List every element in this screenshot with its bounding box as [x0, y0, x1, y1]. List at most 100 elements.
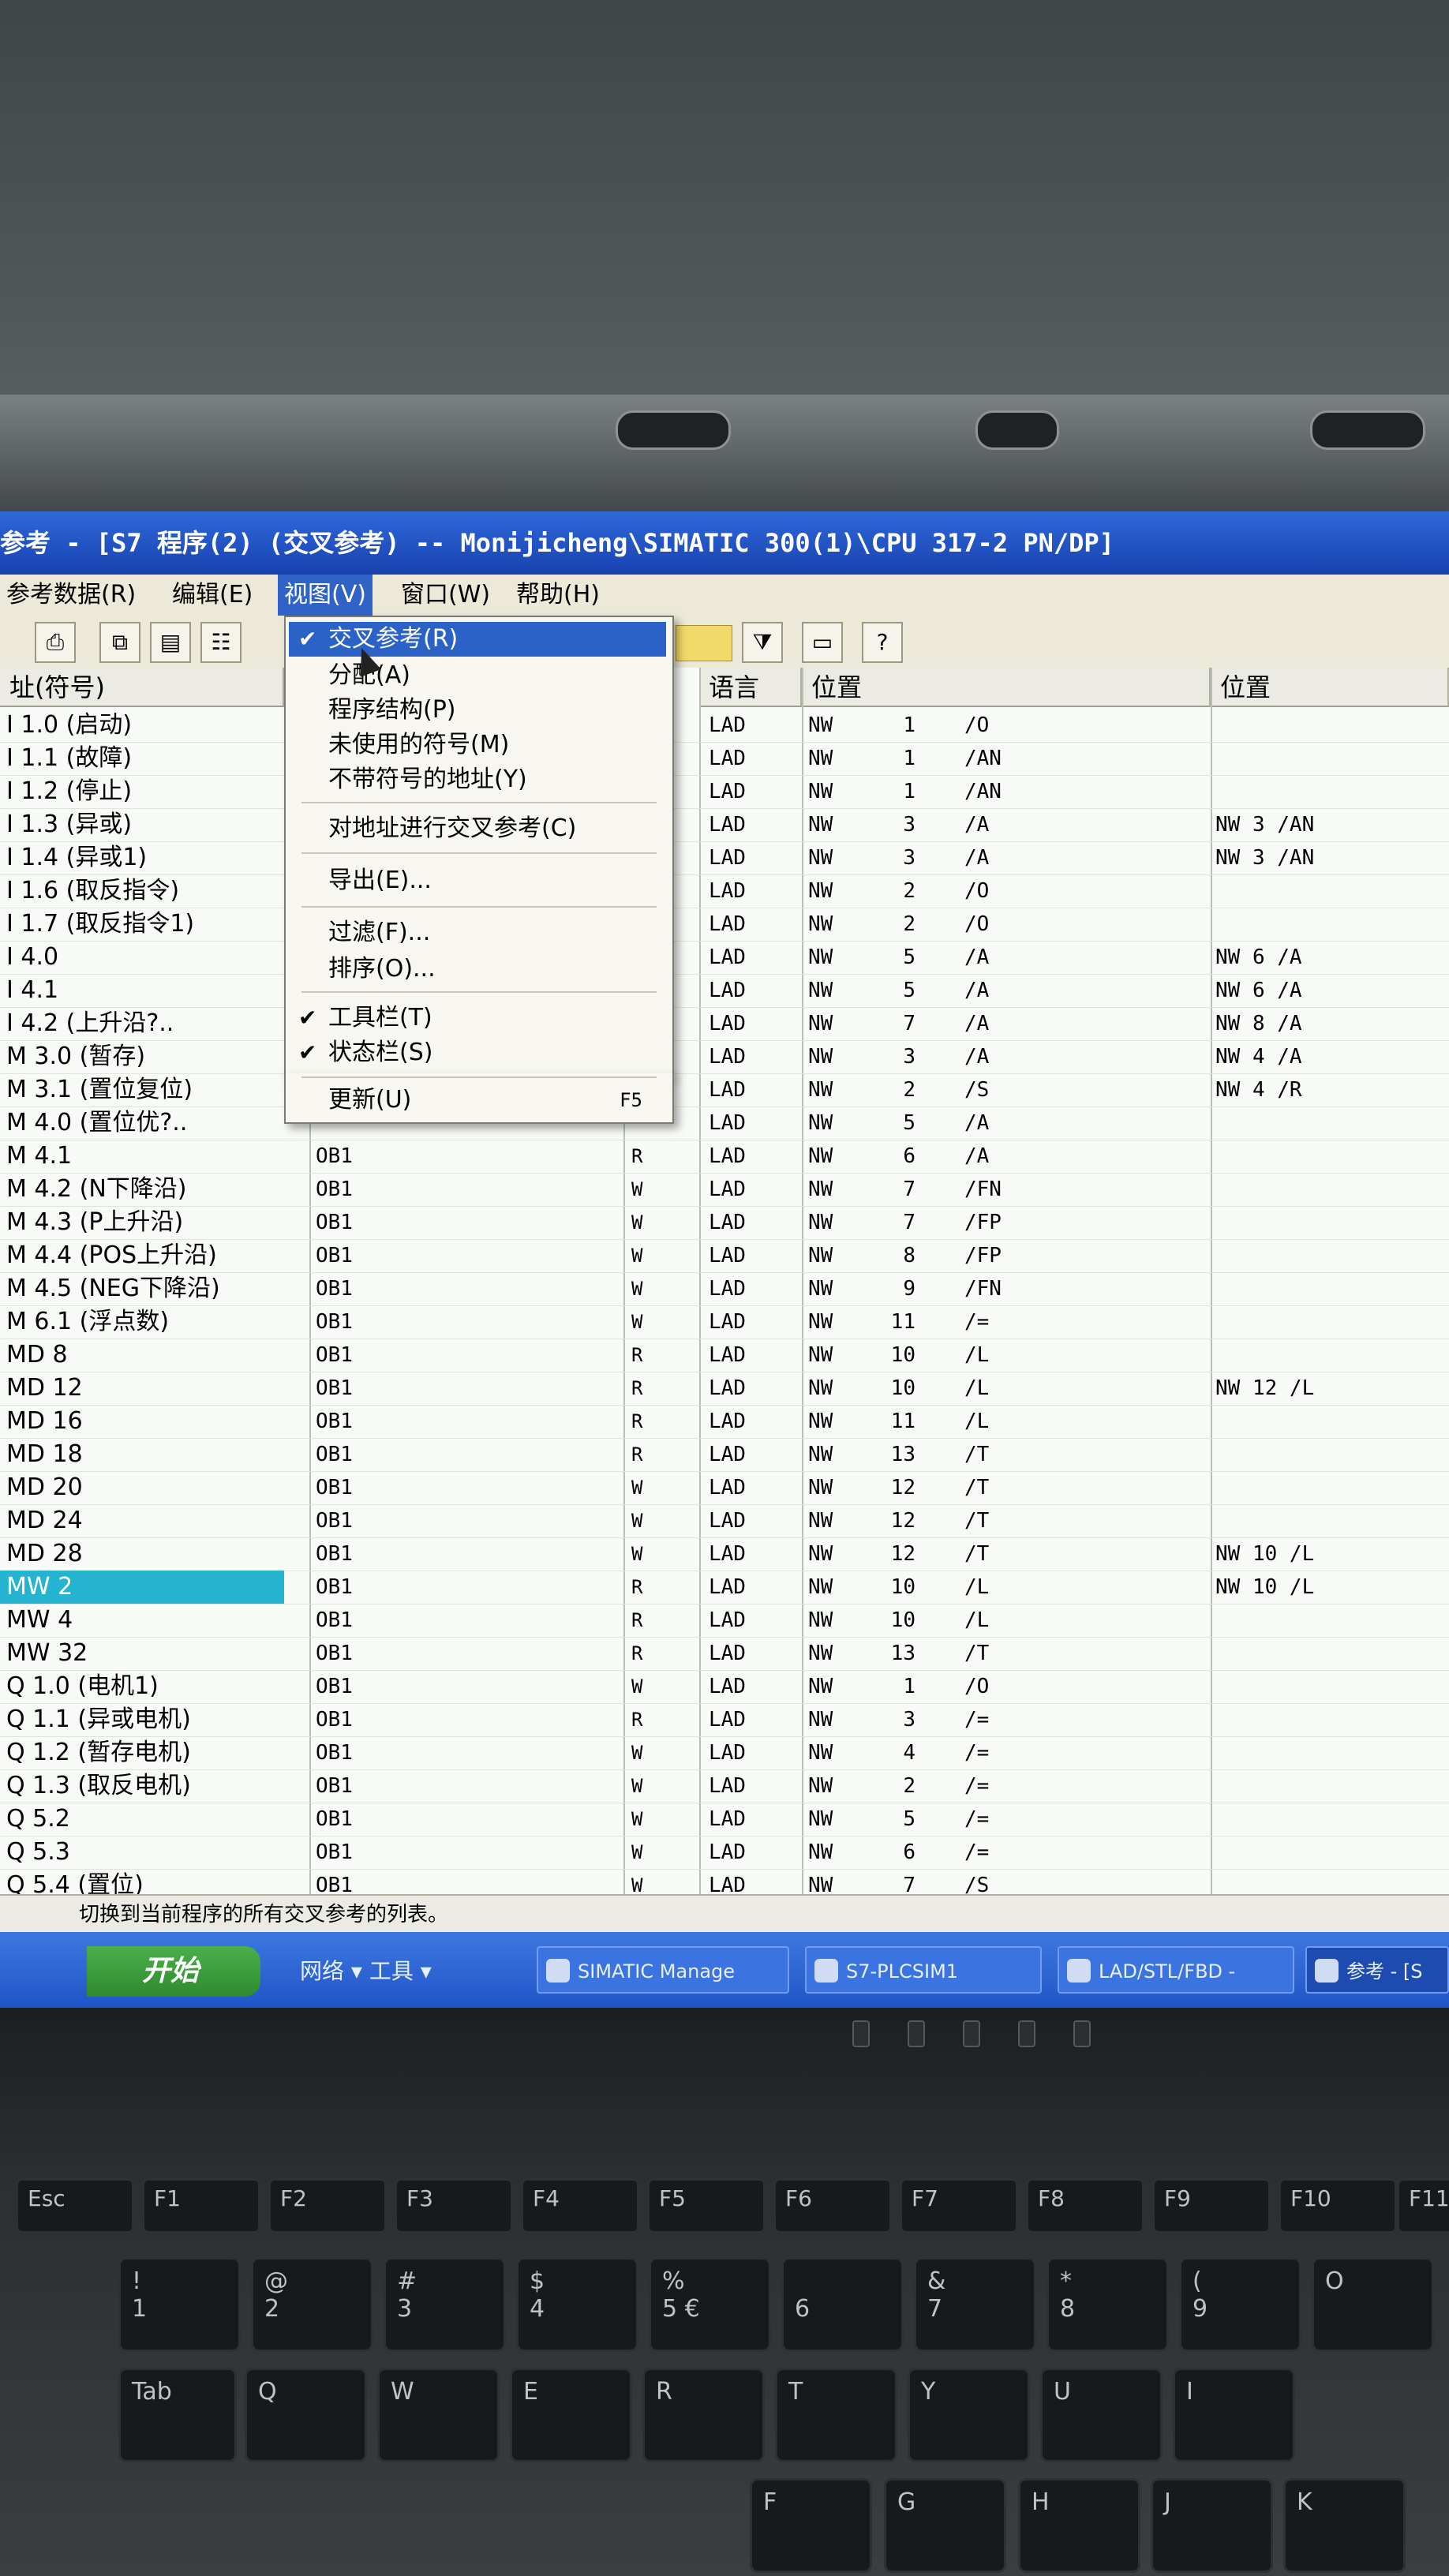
table-row[interactable]: I 1.1 (故障) LAD NW 1/AN	[0, 742, 1449, 776]
print-icon[interactable]: ⎙	[35, 622, 76, 663]
header-language[interactable]: 语言	[699, 668, 802, 707]
key[interactable]: J	[1151, 2478, 1273, 2573]
key[interactable]: W	[377, 2368, 500, 2462]
menu-item-sort[interactable]: 排序(O)...	[289, 952, 666, 987]
key[interactable]: ! 1	[118, 2257, 241, 2352]
table-row[interactable]: M 3.1 (置位复位) LAD NW 2/S NW 4 /R	[0, 1073, 1449, 1107]
menu-item-cross-reference[interactable]: ✔ 交叉参考(R)	[289, 622, 666, 657]
menu-item-unused-symbols[interactable]: 未使用的符号(M)	[289, 728, 666, 762]
key[interactable]: Q	[245, 2368, 367, 2462]
table-row[interactable]: MD 16 OB1 R LAD NW 11/L	[0, 1405, 1449, 1439]
key[interactable]: % 5 €	[649, 2257, 771, 2352]
taskbar-reference[interactable]: 参考 - [S	[1305, 1946, 1449, 1994]
key[interactable]: F	[750, 2478, 872, 2573]
table-row[interactable]: MD 28 OB1 W LAD NW 12/T NW 10 /L	[0, 1537, 1449, 1571]
key[interactable]: G	[884, 2478, 1006, 2573]
key[interactable]: E	[510, 2368, 632, 2462]
taskbar-simatic-manager[interactable]: SIMATIC Manage	[537, 1946, 789, 1994]
program-structure-icon[interactable]: ☷	[200, 622, 242, 663]
key[interactable]: F7	[900, 2178, 1018, 2233]
filter-field-icon[interactable]	[676, 625, 732, 661]
key[interactable]: F11	[1397, 2178, 1449, 2233]
table-row[interactable]: Q 1.0 (电机1) OB1 W LAD NW 1/O	[0, 1670, 1449, 1704]
table-row[interactable]: Q 1.1 (异或电机) OB1 R LAD NW 3 /=	[0, 1703, 1449, 1737]
taskbar-plcsim[interactable]: S7-PLCSIM1	[805, 1946, 1042, 1994]
menu-reference-data[interactable]: 参考数据(R)	[0, 575, 142, 616]
key[interactable]: # 3	[384, 2257, 506, 2352]
table-row[interactable]: I 1.7 (取反指令1) LAD NW 2/O	[0, 908, 1449, 942]
cross-reference-icon[interactable]: ⧉	[99, 622, 140, 663]
table-row[interactable]: Q 1.2 (暂存电机) OB1 W LAD NW 4 /=	[0, 1736, 1449, 1770]
header-location[interactable]: 位置	[802, 668, 1211, 707]
filter-icon[interactable]: ⧩	[742, 622, 783, 663]
menu-item-cross-ref-address[interactable]: 对地址进行交叉参考(C)	[289, 811, 666, 846]
table-row[interactable]: I 4.1 LAD NW 5/A NW 6 /A	[0, 974, 1449, 1008]
key[interactable]: Esc	[16, 2178, 134, 2233]
table-row[interactable]: M 4.1 OB1 R LAD NW 6/A	[0, 1140, 1449, 1174]
table-row[interactable]: MD 12 OB1 R LAD NW 10/L NW 12 /L	[0, 1372, 1449, 1406]
key[interactable]: $ 4	[516, 2257, 638, 2352]
key[interactable]: U	[1040, 2368, 1163, 2462]
menu-edit[interactable]: 编辑(E)	[166, 575, 259, 616]
key[interactable]: F6	[773, 2178, 892, 2233]
key[interactable]: Y	[908, 2368, 1030, 2462]
table-row[interactable]: MD 20 OB1 W LAD NW 12/T	[0, 1471, 1449, 1505]
menu-item-program-structure[interactable]: 程序结构(P)	[289, 693, 666, 728]
table-row[interactable]: MW 4 OB1 R LAD NW 10/L	[0, 1604, 1449, 1638]
key[interactable]: F8	[1026, 2178, 1144, 2233]
key[interactable]: ( 9	[1179, 2257, 1301, 2352]
menu-help[interactable]: 帮助(H)	[510, 575, 606, 616]
table-row[interactable]: M 4.0 (置位优?.. LAD NW 5/A	[0, 1106, 1449, 1140]
key[interactable]: @ 2	[251, 2257, 373, 2352]
key[interactable]: F10	[1279, 2178, 1397, 2233]
table-row[interactable]: MW 2 OB1 R LAD NW 10/L NW 10 /L	[0, 1571, 1449, 1604]
start-button[interactable]: 开始	[87, 1946, 260, 1997]
help-icon[interactable]: ?	[862, 622, 903, 663]
table-row[interactable]: M 4.3 (P上升沿) OB1 W LAD NW 7/FP	[0, 1206, 1449, 1240]
key[interactable]: I	[1173, 2368, 1295, 2462]
key[interactable]: F2	[268, 2178, 387, 2233]
table-row[interactable]: I 1.3 (异或) LAD NW 3/A NW 3 /AN	[0, 808, 1449, 842]
key[interactable]: 6	[781, 2257, 904, 2352]
key[interactable]: T	[775, 2368, 897, 2462]
table-row[interactable]: I 4.2 (上升沿?.. LAD NW 7/A NW 8 /A	[0, 1007, 1449, 1041]
table-row[interactable]: Q 5.2 OB1 W LAD NW 5 /=	[0, 1803, 1449, 1837]
key[interactable]: Tab	[118, 2368, 237, 2462]
menu-item-update[interactable]: 更新(U) F5	[289, 1083, 666, 1118]
table-row[interactable]: Q 5.3 OB1 W LAD NW 6 /=	[0, 1836, 1449, 1870]
key[interactable]: F5	[647, 2178, 766, 2233]
table-row[interactable]: Q 1.3 (取反电机) OB1 W LAD NW 2 /=	[0, 1769, 1449, 1803]
menu-item-export[interactable]: 导出(E)...	[289, 863, 666, 898]
table-row[interactable]: M 4.2 (N下降沿) OB1 W LAD NW 7/FN	[0, 1173, 1449, 1207]
table-row[interactable]: MD 24 OB1 W LAD NW 12/T	[0, 1504, 1449, 1538]
menu-view[interactable]: 视图(V)	[278, 575, 373, 616]
key[interactable]: H	[1018, 2478, 1140, 2573]
table-row[interactable]: I 1.6 (取反指令) LAD NW 2/O	[0, 874, 1449, 908]
table-row[interactable]: I 1.4 (异或1) LAD NW 3/A NW 3 /AN	[0, 841, 1449, 875]
menu-window[interactable]: 窗口(W)	[395, 575, 496, 616]
menu-item-addresses-without-symbols[interactable]: 不带符号的地址(Y)	[289, 762, 666, 797]
key[interactable]: O	[1312, 2257, 1434, 2352]
window-icon[interactable]: ▭	[802, 622, 843, 663]
table-row[interactable]: MW 32 OB1 R LAD NW 13/T	[0, 1637, 1449, 1671]
quicklaunch[interactable]: 网络 ▾ 工具 ▾	[300, 1953, 432, 1990]
key[interactable]: F9	[1152, 2178, 1271, 2233]
table-row[interactable]: I 4.0 LAD NW 5/A NW 6 /A	[0, 941, 1449, 975]
header-location-2[interactable]: 位置	[1211, 668, 1449, 707]
key[interactable]: * 8	[1046, 2257, 1169, 2352]
table-row[interactable]: M 6.1 (浮点数) OB1 W LAD NW 11 /=	[0, 1305, 1449, 1339]
key[interactable]: K	[1283, 2478, 1406, 2573]
header-address[interactable]: 址(符号)	[0, 668, 284, 707]
table-row[interactable]: M 4.4 (POS上升沿) OB1 W LAD NW 8/FP	[0, 1239, 1449, 1273]
key[interactable]: F1	[142, 2178, 260, 2233]
assignment-icon[interactable]: ▤	[150, 622, 191, 663]
key[interactable]: F3	[395, 2178, 513, 2233]
key[interactable]: F4	[521, 2178, 639, 2233]
table-row[interactable]: I 1.0 (启动) LAD NW 1/O	[0, 709, 1449, 743]
table-row[interactable]: I 1.2 (停止) LAD NW 1/AN	[0, 775, 1449, 809]
table-row[interactable]: MD 18 OB1 R LAD NW 13/T	[0, 1438, 1449, 1472]
table-row[interactable]: M 4.5 (NEG下降沿) OB1 W LAD NW 9/FN	[0, 1272, 1449, 1306]
key[interactable]: & 7	[914, 2257, 1036, 2352]
menu-item-toolbar[interactable]: ✔ 工具栏(T)	[289, 1001, 666, 1035]
table-row[interactable]: MD 8 OB1 R LAD NW 10/L	[0, 1339, 1449, 1372]
